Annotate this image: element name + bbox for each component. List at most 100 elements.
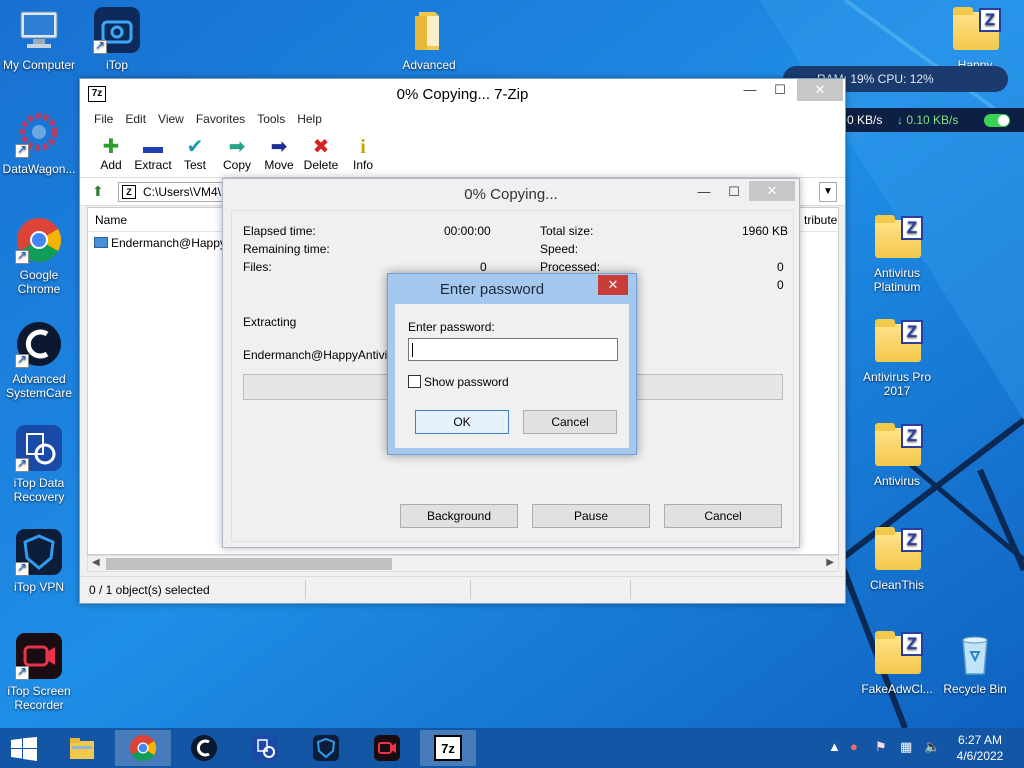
minimize-button[interactable]: — — [689, 181, 719, 203]
status-divider — [305, 580, 306, 599]
zip-icon: Z — [901, 632, 923, 656]
password-prompt: Enter password: — [408, 320, 495, 334]
desktop-icon-itop-data-recovery[interactable]: iTop Data Recovery — [0, 424, 78, 504]
maximize-button[interactable]: ☐ — [765, 79, 795, 101]
ok-button[interactable]: OK — [415, 410, 509, 434]
copy-button[interactable]: ➡ Copy — [216, 130, 258, 177]
list-item[interactable]: Endermanch@Happy — [94, 236, 226, 250]
menu-tools[interactable]: Tools — [251, 110, 291, 130]
shortcut-arrow-icon — [93, 38, 107, 54]
address-input[interactable]: Z C:\Users\VM4\ — [118, 182, 224, 202]
taskbar-chrome[interactable] — [115, 730, 171, 766]
taskbar-itop-vpn[interactable] — [298, 730, 354, 766]
desktop-icon-antivirus-platinum[interactable]: Z Antivirus Platinum — [858, 214, 936, 294]
taskbar-itop-data-recovery[interactable] — [237, 730, 293, 766]
column-attributes[interactable]: tribute — [804, 213, 837, 227]
processed-label: Processed: — [540, 260, 601, 274]
check-icon: ✔ — [186, 136, 204, 158]
desktop-icon-advanced-folder[interactable]: Advanced — [390, 6, 468, 72]
scroll-right-icon[interactable]: ▶ — [826, 557, 834, 568]
taskbar-advanced-systemcare[interactable] — [176, 730, 232, 766]
shortcut-arrow-icon — [15, 664, 29, 680]
status-divider — [470, 580, 471, 599]
close-button[interactable]: ✕ — [749, 181, 795, 201]
desktop-icon-google-chrome[interactable]: Google Chrome — [0, 216, 78, 296]
status-bar: 0 / 1 object(s) selected — [80, 576, 845, 602]
start-button[interactable] — [0, 730, 48, 766]
arrow-right-icon: ➡ — [228, 136, 246, 158]
shortcut-arrow-icon — [15, 456, 29, 472]
upload-speed: 0 KB/s — [847, 113, 883, 127]
show-password-checkbox[interactable] — [408, 375, 421, 388]
menu-file[interactable]: File — [88, 110, 119, 130]
taskbar: 7z ▲ ● ⚑ ▦ 🔈 6:27 AM 4/6/2022 — [0, 728, 1024, 768]
desktop-icon-itop[interactable]: iTop — [78, 6, 156, 72]
clock-time: 6:27 AM — [957, 733, 1003, 747]
menu-help[interactable]: Help — [291, 110, 328, 130]
cancel-button[interactable]: Cancel — [664, 504, 782, 528]
elapsed-label: Elapsed time: — [243, 224, 316, 238]
close-button[interactable]: ✕ — [598, 275, 628, 295]
desktop-icon-advanced-systemcare[interactable]: Advanced SystemCare — [0, 320, 78, 400]
taskbar-itop-screen-recorder[interactable] — [359, 730, 415, 766]
folder-up-icon[interactable]: ⬆ — [92, 183, 108, 201]
7zip-icon: 7z — [434, 735, 462, 761]
menu-view[interactable]: View — [152, 110, 190, 130]
test-button[interactable]: ✔ Test — [174, 130, 216, 177]
minimize-button[interactable]: — — [735, 79, 765, 101]
menu-favorites[interactable]: Favorites — [190, 110, 251, 130]
taskbar-7zip[interactable]: 7z — [420, 730, 476, 766]
scroll-thumb[interactable] — [106, 558, 392, 570]
maximize-button[interactable]: ☐ — [719, 181, 749, 203]
close-button[interactable]: ✕ — [797, 79, 843, 101]
password-input[interactable] — [408, 338, 618, 361]
desktop-icon-fakeadwcleaner[interactable]: Z FakeAdwCl... — [858, 630, 936, 696]
title-bar[interactable]: 7z 0% Copying... 7-Zip — ☐ ✕ — [80, 79, 845, 110]
horizontal-scrollbar[interactable]: ◀ ▶ — [87, 555, 839, 572]
show-hidden-icons-chevron-icon[interactable]: ▲ — [828, 739, 841, 754]
flag-icon[interactable]: ⚑ — [875, 739, 887, 755]
add-button[interactable]: ✚ Add — [90, 130, 132, 177]
recorder-icon — [374, 735, 400, 761]
desktop-icon-antivirus[interactable]: Z Antivirus — [858, 422, 936, 488]
desktop-icon-recycle-bin[interactable]: Recycle Bin — [936, 630, 1014, 696]
taskbar-file-explorer[interactable] — [54, 730, 110, 766]
clock-date: 4/6/2022 — [956, 749, 1004, 763]
menu-bar: File Edit View Favorites Tools Help — [80, 110, 845, 130]
dialog-title: Enter password — [439, 281, 545, 298]
minus-icon: ▬ — [143, 136, 163, 158]
recovery-icon — [252, 735, 278, 761]
desktop-icon-antivirus-pro-2017[interactable]: Z Antivirus Pro 2017 — [858, 318, 936, 398]
show-password-label[interactable]: Show password — [424, 375, 509, 389]
info-button[interactable]: i Info — [342, 130, 384, 177]
desktop-icon-cleanthis[interactable]: Z CleanThis — [858, 526, 936, 592]
toolbar: ✚ Add ▬ Extract ✔ Test ➡ Copy ➡ Move ✖ D… — [80, 130, 845, 178]
speed-label: Speed: — [540, 242, 579, 256]
computer-icon — [20, 11, 58, 48]
desktop-icon-datawagon[interactable]: DataWagon... — [0, 110, 78, 176]
extract-button[interactable]: ▬ Extract — [132, 130, 174, 177]
chevron-down-icon[interactable]: ▼ — [819, 182, 837, 202]
shortcut-arrow-icon — [15, 248, 29, 264]
desktop-icon-my-computer[interactable]: My Computer — [0, 6, 78, 72]
elapsed-value: 00:00:00 — [444, 224, 491, 238]
pause-button[interactable]: Pause — [532, 504, 650, 528]
column-name[interactable]: Name — [95, 213, 127, 227]
x-icon: ✖ — [312, 136, 330, 158]
window-title: 0% Copying... 7-Zip — [396, 86, 529, 103]
extra-value: 0 — [777, 278, 784, 292]
taskbar-clock[interactable]: 6:27 AM 4/6/2022 — [940, 732, 1020, 764]
menu-edit[interactable]: Edit — [119, 110, 152, 130]
cancel-button[interactable]: Cancel — [523, 410, 617, 434]
volume-icon[interactable]: 🔈 — [924, 739, 940, 755]
desktop-icon-itop-vpn[interactable]: iTop VPN — [0, 528, 78, 594]
scroll-left-icon[interactable]: ◀ — [92, 557, 100, 568]
svg-text:7z: 7z — [441, 741, 455, 756]
widget-toggle[interactable] — [984, 114, 1010, 127]
desktop-icon-itop-screen-recorder[interactable]: iTop Screen Recorder — [0, 632, 78, 712]
recorder-tray-icon[interactable]: ● — [850, 739, 858, 754]
move-button[interactable]: ➡ Move — [258, 130, 300, 177]
delete-button[interactable]: ✖ Delete — [300, 130, 342, 177]
network-icon[interactable]: ▦ — [900, 739, 912, 755]
background-button[interactable]: Background — [400, 504, 518, 528]
